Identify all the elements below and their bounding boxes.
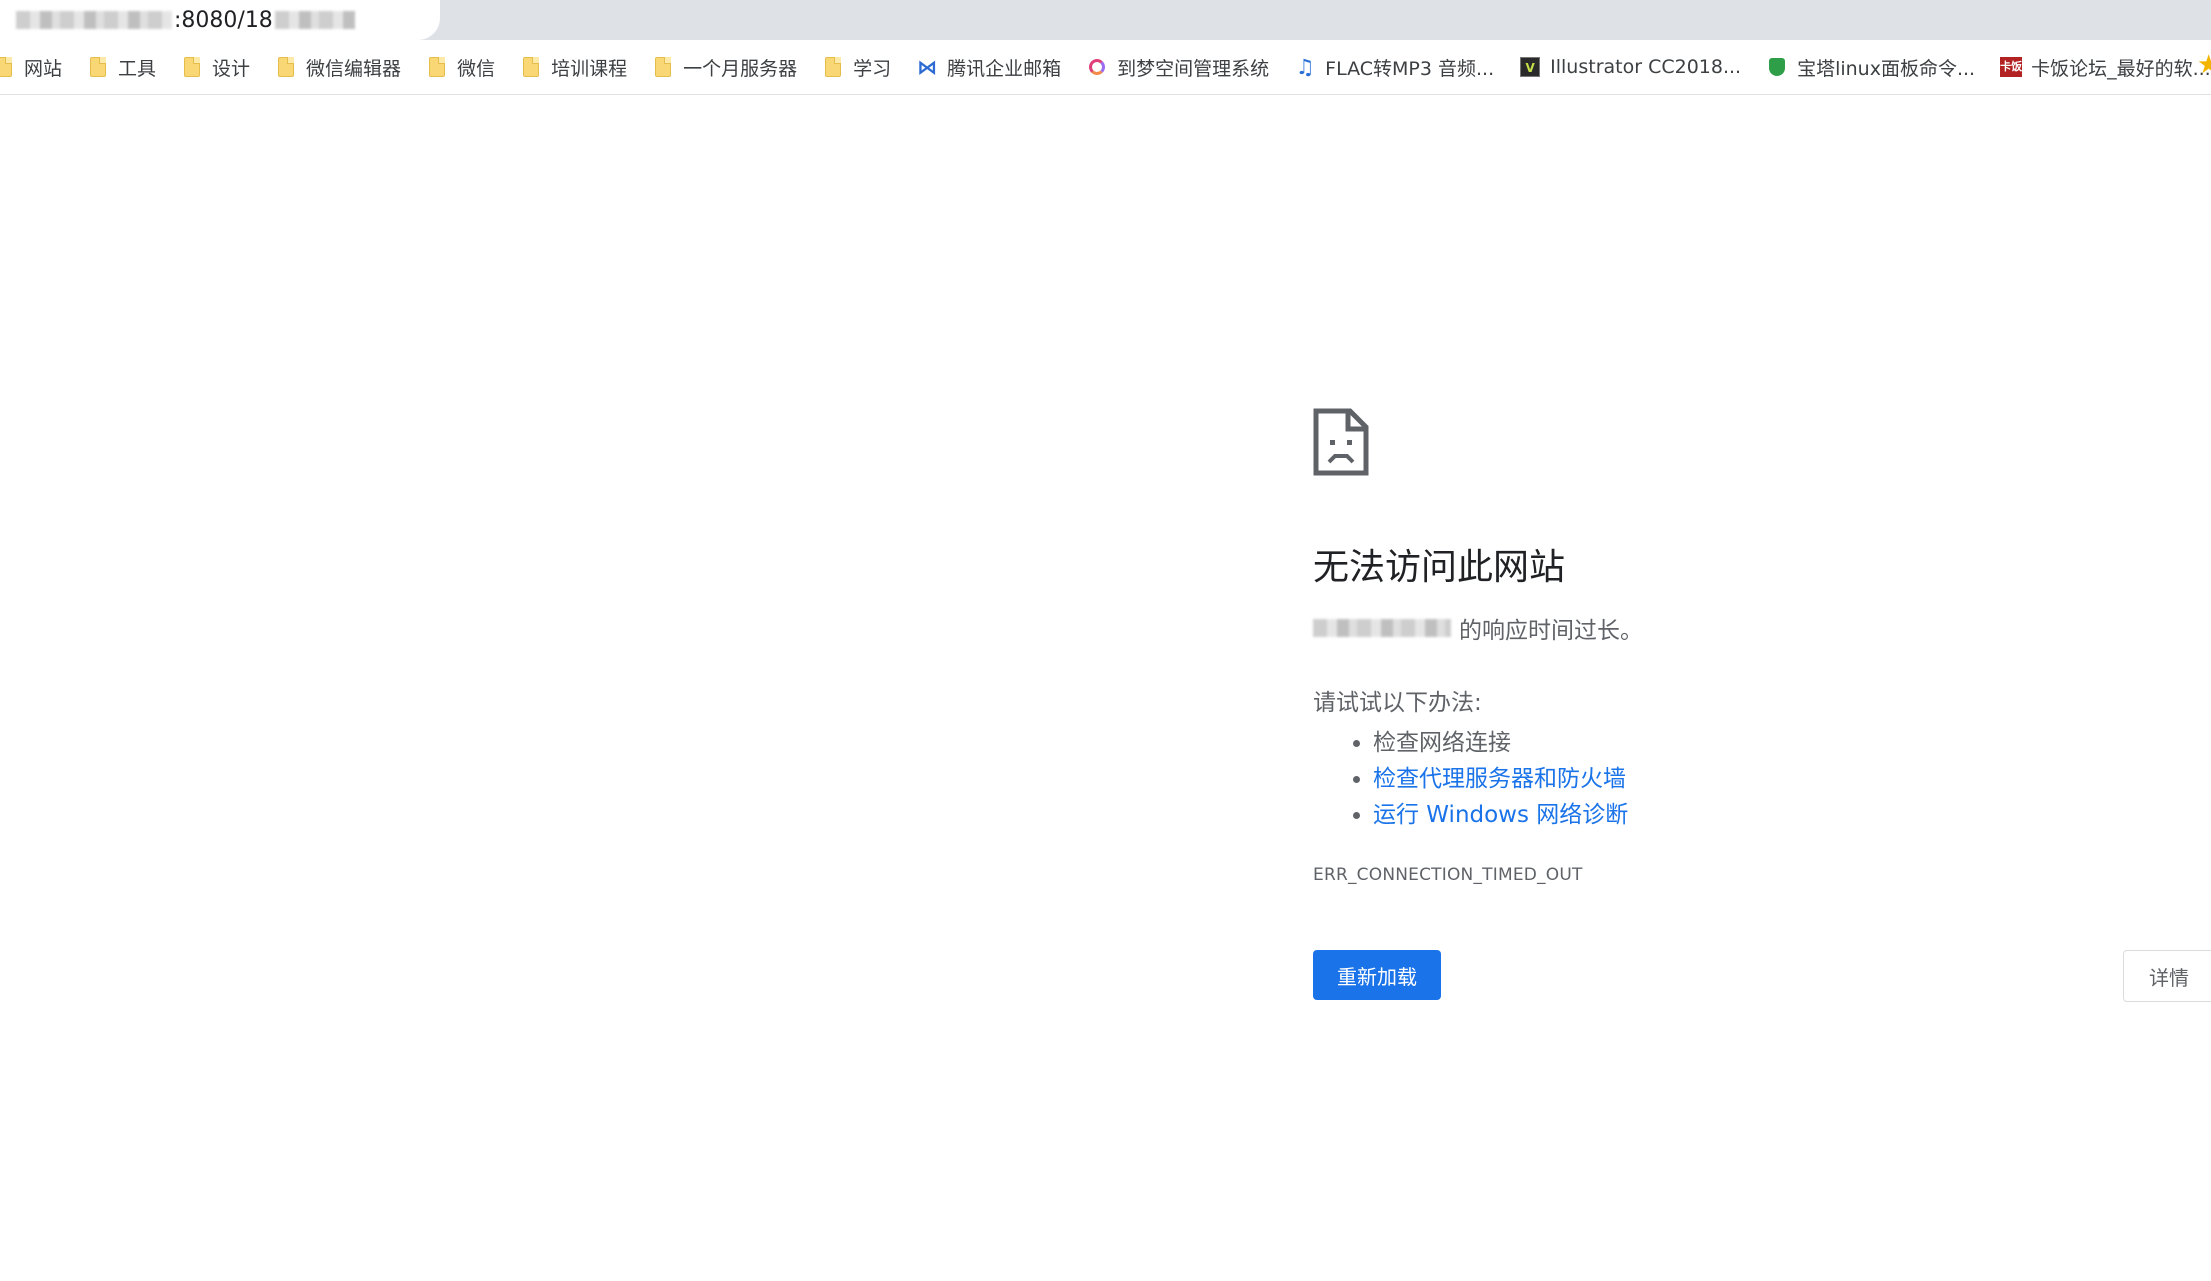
bookmark-folder-server[interactable]: 一个月服务器 <box>653 49 809 85</box>
error-host-suffix: 的响应时间过长。 <box>1459 618 1643 645</box>
bookmark-label: 工具 <box>118 57 157 80</box>
bookmark-tencent-mail[interactable]: ⋈ 腾讯企业邮箱 <box>917 49 1073 85</box>
bookmark-folder-websites[interactable]: 网站 <box>0 49 74 85</box>
bookmark-folder-design[interactable]: 设计 <box>182 49 262 85</box>
suggestion-item: 检查网络连接 <box>1373 725 2073 761</box>
illustrator-icon: V <box>1520 57 1541 77</box>
folder-icon <box>276 57 296 77</box>
bookmark-illustrator[interactable]: V Illustrator CC2018... <box>1520 49 1753 85</box>
bookmarks-bar: 网站 工具 设计 微信编辑器 微信 培训课程 一个月服务器 学习 ⋈ 腾讯企业邮… <box>0 40 2211 95</box>
suggestion-check-proxy-link[interactable]: 检查代理服务器和防火墙 <box>1373 766 1626 792</box>
kafan-icon: 卡饭 <box>2000 57 2023 77</box>
bookmark-label: 宝塔linux面板命令... <box>1797 57 1976 80</box>
error-content: 无法访问此网站 的响应时间过长。 请试试以下办法: 检查网络连接 检查代理服务器… <box>1313 408 2073 885</box>
music-note-icon: ♫ <box>1295 55 1315 79</box>
folder-icon <box>182 57 202 77</box>
bookmark-baota[interactable]: 宝塔linux面板命令... <box>1767 49 1987 85</box>
bookmark-label: 卡饭论坛_最好的软... <box>2031 57 2211 80</box>
bookmark-label: FLAC转MP3 音频... <box>1325 57 1495 80</box>
folder-icon <box>88 57 108 77</box>
bookmark-label: 微信 <box>457 57 496 80</box>
bookmark-daomeng[interactable]: 到梦空间管理系统 <box>1087 49 1281 85</box>
bookmark-label: 腾讯企业邮箱 <box>947 57 1062 80</box>
tencent-mail-icon: ⋈ <box>917 55 938 79</box>
suggestion-windows-diagnostics-link[interactable]: 运行 Windows 网络诊断 <box>1373 802 1628 828</box>
suggestion-item: 检查代理服务器和防火墙 <box>1373 761 2073 797</box>
bookmark-folder-tools[interactable]: 工具 <box>88 49 168 85</box>
bookmark-flac-mp3[interactable]: ♫ FLAC转MP3 音频... <box>1295 49 1506 85</box>
details-button[interactable]: 详情 <box>2123 950 2211 1002</box>
address-bar-strip: :8080/18 <box>0 0 2211 40</box>
url-field[interactable]: :8080/18 <box>0 0 440 40</box>
folder-icon <box>427 57 447 77</box>
suggestion-item: 运行 Windows 网络诊断 <box>1373 797 2073 833</box>
suggestions-list: 检查网络连接 检查代理服务器和防火墙 运行 Windows 网络诊断 <box>1313 725 2073 833</box>
bookmark-folder-wechat-editor[interactable]: 微信编辑器 <box>276 49 413 85</box>
redacted-host <box>1313 619 1451 638</box>
url-redacted-path <box>274 11 355 29</box>
daomeng-icon <box>1087 57 1107 77</box>
bookmark-folder-study[interactable]: 学习 <box>823 49 903 85</box>
bookmark-label: 设计 <box>212 57 251 80</box>
folder-icon <box>653 57 673 77</box>
bookmark-star-icon[interactable]: ★ <box>2197 50 2211 80</box>
bookmark-label: 一个月服务器 <box>683 57 798 80</box>
error-host-line: 的响应时间过长。 <box>1313 611 2073 645</box>
bookmark-label: Illustrator CC2018... <box>1550 56 1742 78</box>
folder-icon <box>823 57 843 77</box>
bookmark-folder-wechat[interactable]: 微信 <box>427 49 507 85</box>
bookmark-label: 学习 <box>853 57 892 80</box>
bookmark-label: 网站 <box>24 57 63 80</box>
folder-icon <box>0 57 14 77</box>
url-text: :8080/18 <box>174 7 273 33</box>
reload-button[interactable]: 重新加载 <box>1313 950 1441 1000</box>
bookmark-label: 到梦空间管理系统 <box>1117 57 1270 80</box>
suggestion-check-network: 检查网络连接 <box>1373 730 1511 757</box>
error-code: ERR_CONNECTION_TIMED_OUT <box>1313 865 1583 886</box>
folder-icon <box>521 57 541 77</box>
url-redacted-host <box>16 11 172 29</box>
bookmark-folder-training[interactable]: 培训课程 <box>521 49 639 85</box>
sad-page-icon <box>1313 408 1369 476</box>
error-title: 无法访问此网站 <box>1313 547 1566 588</box>
suggestions-heading: 请试试以下办法: <box>1313 690 1482 717</box>
bookmark-kafan[interactable]: 卡饭 卡饭论坛_最好的软... <box>2000 49 2211 85</box>
bookmark-label: 培训课程 <box>551 57 628 80</box>
shield-icon <box>1767 57 1787 77</box>
bookmark-label: 微信编辑器 <box>306 57 402 80</box>
